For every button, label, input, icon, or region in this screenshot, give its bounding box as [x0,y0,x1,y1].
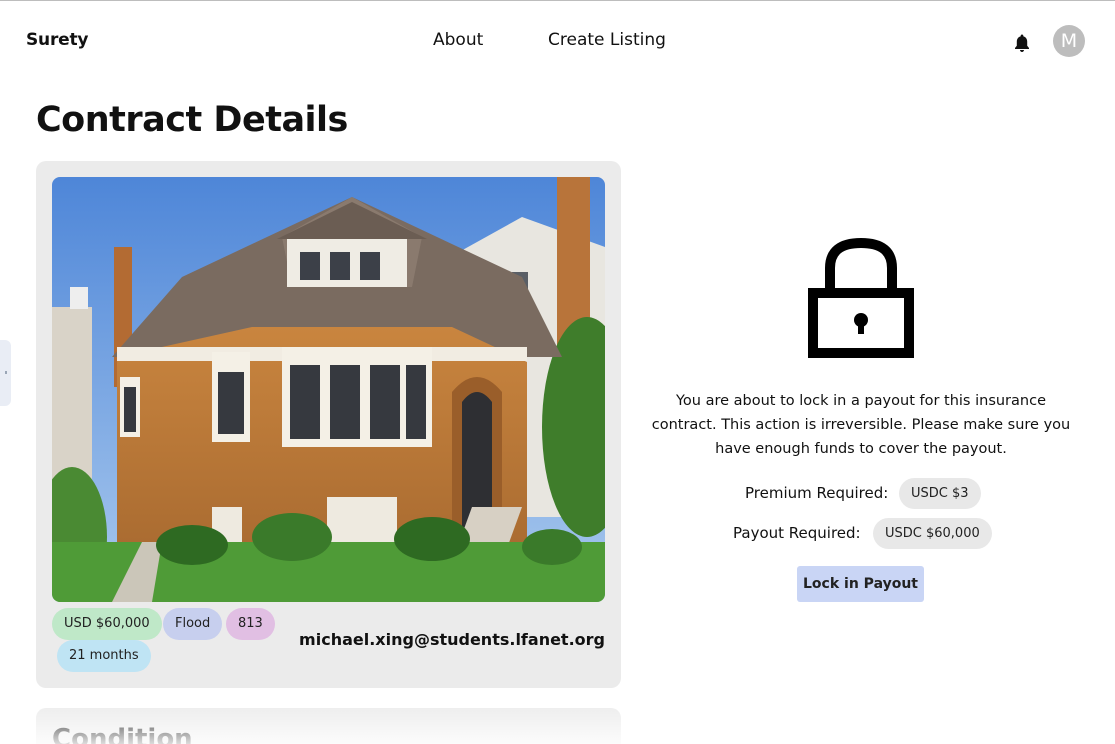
premium-value-tag: USDC $3 [899,478,981,509]
lock-warning-text: You are about to lock in a payout for th… [651,393,1071,457]
condition-title: Condition [52,724,193,744]
duration-tag: 21 months [57,640,151,672]
house-photo [52,177,605,602]
lock-in-payout-button[interactable]: Lock in Payout [797,566,924,602]
condition-card: Condition [36,708,621,744]
nav-link-create-listing[interactable]: Create Listing [548,30,666,50]
window-top-border [0,0,1115,1]
peril-tag: Flood [163,608,223,640]
padlock-icon [808,238,914,358]
owner-email: michael.xing@students.lfanet.org [299,630,605,649]
side-drawer-handle[interactable] [0,340,11,406]
zip-tag: 813 [226,608,275,640]
page-title: Contract Details [36,100,348,140]
user-avatar[interactable]: M [1053,25,1085,57]
payout-label: Payout Required: [733,524,861,542]
contract-card: USD $60,000 Flood 813 21 months michael.… [36,161,621,688]
coverage-amount-tag: USD $60,000 [52,608,162,640]
brand-logo[interactable]: Surety [26,30,88,50]
bell-icon[interactable] [1013,33,1031,53]
payout-value-tag: USDC $60,000 [873,518,992,549]
premium-label: Premium Required: [745,484,889,502]
nav-link-about[interactable]: About [433,30,483,50]
